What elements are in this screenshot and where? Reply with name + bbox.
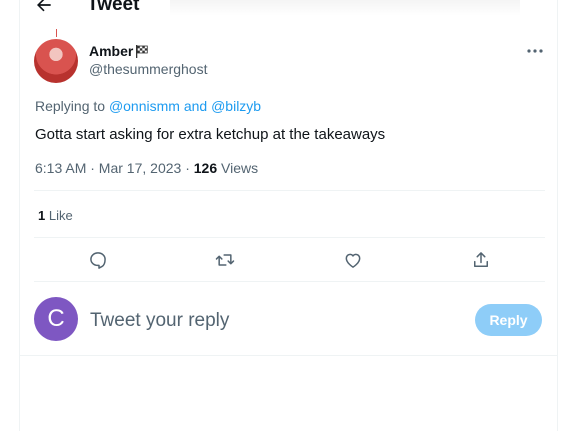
tweet-meta: 6:13 AM · Mar 17, 2023 · 126 Views [35,160,258,176]
comment-icon[interactable] [88,250,108,270]
reply-input[interactable] [90,309,460,333]
divider [34,281,545,282]
checkered-flag-icon [136,45,149,58]
mention-links[interactable]: @onnismm and @bilzyb [109,98,261,114]
views-count: 126 [193,160,218,176]
divider [34,190,545,191]
author-avatar[interactable] [34,39,78,83]
views-label: Views [221,160,259,176]
tweet-text: Gotta start asking for extra ketchup at … [35,126,386,143]
replying-to: Replying to @onnismm and @bilzyb [35,98,261,114]
author-name-text: Amber [89,43,134,59]
likes-count: 1 [38,208,46,223]
heart-icon[interactable] [343,250,363,270]
header-shadow [170,0,520,16]
header: Tweet [20,0,557,16]
page-title: Tweet [87,0,140,15]
likes-label: Like [48,208,73,223]
author-name[interactable]: Amber [89,43,149,59]
tweet-detail-column: Tweet Amber @thesummerghost Replying to … [19,0,558,431]
user-avatar[interactable]: C [34,297,78,341]
arrow-left-icon[interactable] [34,0,54,15]
divider [20,355,557,356]
likes-stat[interactable]: 1 Like [38,208,73,224]
retweet-icon[interactable] [215,250,235,270]
more-horizontal-icon[interactable] [526,44,544,58]
divider [34,237,545,238]
avatar-decoration [56,29,57,37]
timestamp[interactable]: 6:13 AM · Mar 17, 2023 · [35,160,194,176]
author-handle[interactable]: @thesummerghost [89,61,207,77]
share-icon[interactable] [471,250,491,270]
reply-button[interactable]: Reply [475,304,542,336]
replying-prefix: Replying to [35,98,106,114]
